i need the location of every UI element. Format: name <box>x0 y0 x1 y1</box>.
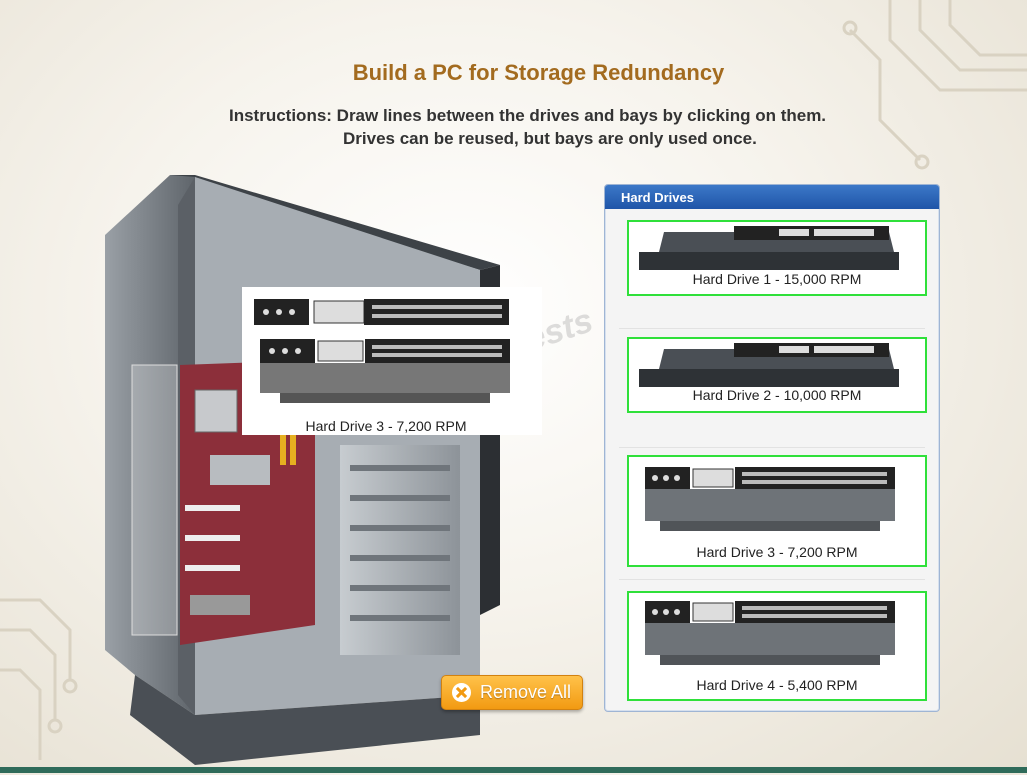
circuit-decoration-bottom-left <box>0 598 78 760</box>
instructions-line-1: Instructions: Draw lines between the dri… <box>229 106 827 125</box>
remove-all-button[interactable]: Remove All <box>441 675 583 710</box>
page-title: Build a PC for Storage Redundancy <box>352 60 725 85</box>
drive-label-2: Hard Drive 2 - 10,000 RPM <box>692 387 862 403</box>
sata-hard-drive-icon <box>639 226 899 270</box>
drive-item-1[interactable]: Hard Drive 1 - 15,000 RPM <box>627 220 927 296</box>
divider <box>619 579 925 580</box>
bottom-bar <box>0 767 1027 773</box>
drive-bay-connector-icon <box>254 299 509 325</box>
placed-drive-label: Hard Drive 3 - 7,200 RPM <box>305 418 467 434</box>
remove-all-label: Remove All <box>480 682 572 702</box>
ide-hard-drive-icon <box>260 339 510 403</box>
ide-hard-drive-icon <box>645 601 895 665</box>
drive-label-1: Hard Drive 1 - 15,000 RPM <box>692 271 862 287</box>
close-icon <box>452 683 471 702</box>
drive-bay-popup[interactable] <box>242 287 542 435</box>
panel-title: Hard Drives <box>621 190 694 205</box>
drive-label-4: Hard Drive 4 - 5,400 RPM <box>696 677 858 693</box>
divider <box>619 447 925 448</box>
circuit-decoration-top-right <box>842 0 1027 170</box>
drive-item-2[interactable]: Hard Drive 2 - 10,000 RPM <box>627 337 927 413</box>
hard-drives-panel: Hard Drives Hard Drive 1 - 15,000 RPM Ha… <box>604 184 940 712</box>
drive-label-3: Hard Drive 3 - 7,200 RPM <box>696 544 858 560</box>
ide-hard-drive-icon <box>645 467 895 531</box>
divider <box>619 328 925 329</box>
panel-header: Hard Drives <box>605 185 939 209</box>
drive-item-3[interactable]: Hard Drive 3 - 7,200 RPM <box>627 455 927 567</box>
drive-item-4[interactable]: Hard Drive 4 - 5,400 RPM <box>627 591 927 701</box>
sata-hard-drive-icon <box>639 343 899 387</box>
instructions-line-2: Drives can be reused, but bays are only … <box>343 129 757 148</box>
